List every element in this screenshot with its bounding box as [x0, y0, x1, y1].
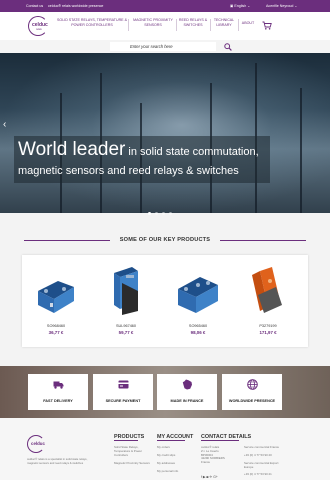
- footer: celduc celduc® relais is a specialist in…: [0, 418, 330, 480]
- product-carousel: SO968460 36,77 € SUL967460 59,77 € SO965…: [22, 255, 308, 347]
- product-image-sensor: [252, 267, 282, 313]
- footer-phone-export[interactable]: +33 (0) 4 77 53 90 21: [244, 472, 284, 477]
- account-name: Acenfile Neyroud: [266, 4, 294, 8]
- truck-icon: [53, 381, 64, 389]
- main-header: celduc relais SOLID STATE RELAYS, TEMPER…: [0, 12, 330, 40]
- search-bar: Enter your search here: [0, 40, 330, 53]
- features-strip: FAST DELIVERY SECURE PAYMENT MADE IN FRA…: [0, 366, 330, 418]
- feature-fast-delivery: FAST DELIVERY: [28, 374, 88, 410]
- nav-magnetic-sensors[interactable]: MAGNETIC PROXIMITY SENSORS: [130, 18, 176, 28]
- feature-made-in-france: MADE IN FRANCE: [157, 374, 217, 410]
- carousel-dots[interactable]: [148, 202, 176, 220]
- footer-link-personal-info[interactable]: My personal info: [157, 469, 178, 474]
- product-card[interactable]: P3279199 171,97 €: [238, 255, 298, 347]
- footer-link-credit-slips[interactable]: My credit slips: [157, 453, 175, 458]
- footer-service-france: Service commercial France: [244, 445, 280, 449]
- footer-description: celduc® relais is a specialist in solid …: [27, 457, 88, 465]
- feature-worldwide: WORLDWIDE PRESENCE: [222, 374, 282, 410]
- account-menu[interactable]: Acenfile Neyroud ⌄: [266, 4, 297, 8]
- footer-link-sensors[interactable]: Magnetic Proximity Sensors: [114, 461, 152, 466]
- cart-icon[interactable]: [262, 21, 272, 30]
- nav-reed-relays[interactable]: REED RELAYS & SWITCHES: [176, 18, 210, 28]
- footer-address: celduc® relais Z.I. Le Inserts BP30004 4…: [201, 445, 225, 465]
- product-card[interactable]: SO965460 98,06 €: [168, 255, 228, 347]
- footer-link-ssr[interactable]: Solid State Relays, Temperature & Power …: [114, 445, 152, 457]
- hero-prev-arrow[interactable]: ‹: [3, 119, 6, 130]
- search-icon[interactable]: [224, 42, 232, 51]
- top-bar: Contact us celduc® relais worldwide pres…: [0, 0, 330, 12]
- nav-technical-library[interactable]: TECHNICAL LIBRARY: [211, 18, 237, 28]
- language-selector[interactable]: ▣ English ⌄: [230, 4, 250, 8]
- france-map-icon: [182, 379, 192, 390]
- product-card[interactable]: SUL967460 59,77 €: [96, 255, 156, 347]
- hero-subtitle: magnetic sensors and reed relays & switc…: [18, 165, 239, 177]
- footer-link-orders[interactable]: My orders: [157, 445, 170, 450]
- product-card[interactable]: SO968460 36,77 €: [26, 255, 86, 347]
- credit-card-icon: [118, 380, 129, 389]
- worldwide-link[interactable]: celduc® relais worldwide presence: [48, 4, 103, 8]
- globe-icon: [247, 379, 258, 390]
- footer-link-addresses[interactable]: My addresses: [157, 461, 175, 466]
- search-placeholder: Enter your search here: [130, 44, 173, 49]
- hero-banner: ‹ World leader in solid state commutatio…: [0, 53, 330, 213]
- product-image-din-relay: [114, 267, 138, 315]
- product-image-3phase-ssr: [178, 277, 218, 313]
- feature-secure-payment: SECURE PAYMENT: [93, 374, 153, 410]
- social-icons[interactable]: f ▶ ◙ ✈ G+: [201, 475, 218, 479]
- nav-solid-state-relays[interactable]: SOLID STATE RELAYS, TEMPERATURE & POWER …: [57, 18, 127, 28]
- footer-logo[interactable]: celduc: [27, 435, 47, 453]
- nav-about[interactable]: ABOUT: [239, 21, 257, 26]
- contact-link[interactable]: Contact us: [26, 4, 43, 8]
- logo-subtext: relais: [36, 28, 42, 31]
- hero-title: World leader in solid state commutation,: [18, 139, 259, 160]
- footer-phone-france[interactable]: +33 (0) 4 77 53 90 20: [244, 453, 284, 458]
- footer-service-export: Service commercial Export Europe: [244, 461, 279, 469]
- product-image-ssr: [38, 281, 74, 313]
- language-label: English: [234, 4, 247, 8]
- celduc-logo[interactable]: celduc relais: [28, 16, 50, 36]
